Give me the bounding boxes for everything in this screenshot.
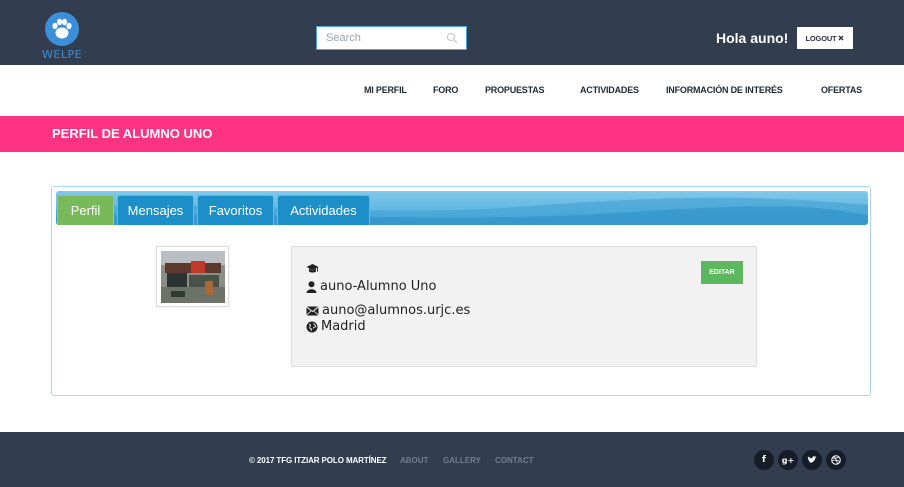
- search-input[interactable]: [317, 27, 442, 49]
- user-location: Madrid: [321, 319, 366, 334]
- nav-actividades[interactable]: ACTIVIDADES: [580, 85, 639, 95]
- nav-foro[interactable]: FORO: [433, 85, 458, 95]
- user-name: auno-Alumno Uno: [320, 279, 437, 294]
- close-icon: [838, 35, 844, 41]
- tab-favoritos[interactable]: Favoritos: [197, 195, 274, 225]
- google-plus-icon[interactable]: g+: [778, 450, 798, 470]
- tab-actividades[interactable]: Actividades: [277, 195, 370, 225]
- footer-link-gallery[interactable]: GALLERY: [443, 456, 481, 465]
- top-bar: WELPE Hola auno! LOGOUT: [0, 0, 904, 65]
- tab-perfil[interactable]: Perfil: [57, 195, 114, 225]
- paw-icon: [45, 12, 79, 46]
- logo-text: WELPE: [42, 48, 83, 61]
- avatar: [156, 246, 229, 307]
- dribbble-icon[interactable]: [826, 450, 846, 470]
- tab-strip: Perfil Mensajes Favoritos Actividades: [56, 191, 868, 225]
- tab-mensajes[interactable]: Mensajes: [117, 195, 194, 225]
- search-icon[interactable]: [446, 32, 458, 44]
- user-greeting: Hola auno!: [716, 30, 789, 46]
- edit-button[interactable]: EDITAR: [701, 261, 743, 284]
- logout-label: LOGOUT: [805, 33, 837, 43]
- copyright-text: © 2017 TFG ITZIAR POLO MARTÍNEZ: [249, 456, 387, 465]
- user-name-row: auno-Alumno Uno: [306, 279, 437, 294]
- logout-button[interactable]: LOGOUT: [797, 27, 853, 49]
- footer: © 2017 TFG ITZIAR POLO MARTÍNEZ ABOUT GA…: [0, 432, 904, 487]
- page-title: PERFIL DE ALUMNO UNO: [52, 126, 213, 141]
- user-icon: [306, 280, 317, 293]
- profile-photo: [161, 251, 225, 303]
- page-banner: PERFIL DE ALUMNO UNO: [0, 116, 904, 152]
- profile-card: EDITAR auno-Alumno Uno auno@alumnos.urjc…: [291, 246, 757, 367]
- nav-informacion-de-interes[interactable]: INFORMACIÓN DE INTERÉS: [666, 85, 783, 95]
- footer-link-contact[interactable]: CONTACT: [495, 456, 534, 465]
- facebook-icon[interactable]: f: [754, 450, 774, 470]
- envelope-icon: [306, 305, 319, 315]
- globe-icon: [306, 321, 318, 332]
- welpe-logo[interactable]: WELPE: [42, 12, 82, 62]
- nav-ofertas[interactable]: OFERTAS: [821, 85, 862, 95]
- graduation-cap-icon: [306, 264, 319, 273]
- location-row: Madrid: [306, 319, 366, 334]
- email-row: auno@alumnos.urjc.es: [306, 303, 470, 318]
- twitter-icon[interactable]: [802, 450, 822, 470]
- nav-propuestas[interactable]: PROPUESTAS: [485, 85, 545, 95]
- user-email: auno@alumnos.urjc.es: [322, 303, 471, 318]
- role-row: [306, 263, 319, 274]
- nav-mi-perfil[interactable]: MI PERFIL: [364, 85, 407, 95]
- footer-link-about[interactable]: ABOUT: [400, 456, 428, 465]
- search-box: [316, 26, 467, 50]
